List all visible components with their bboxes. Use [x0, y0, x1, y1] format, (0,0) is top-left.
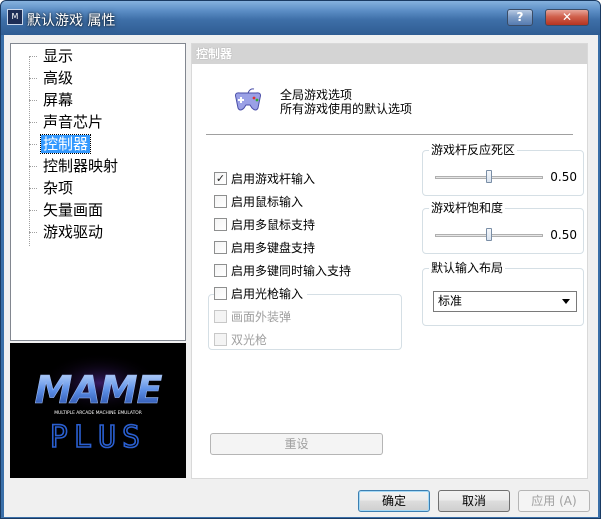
tree-item-label: 杂项 — [43, 179, 74, 197]
dialog-client-area: 显示 高级 屏幕 声音芯片 控制器 控制器映射 杂项 矢量画面 游戏驱动 MAM… — [4, 35, 598, 517]
tree-item-controllers[interactable]: 控制器 — [29, 133, 92, 155]
ok-button[interactable]: 确定 — [358, 490, 430, 512]
close-button[interactable]: ✕ — [545, 9, 589, 26]
chevron-down-icon[interactable] — [562, 299, 570, 304]
checkbox-box[interactable] — [214, 310, 227, 323]
apply-button[interactable]: 应用 (A) — [518, 490, 590, 512]
tree-item-label: 高级 — [43, 69, 74, 87]
window-title: 默认游戏 属性 — [27, 13, 116, 29]
title-bar[interactable]: M 默认游戏 属性 ? ✕ — [1, 1, 600, 35]
checkbox-label: 启用光枪输入 — [231, 287, 304, 301]
input-layout-value: 标准 — [438, 294, 463, 308]
tree-item-screen[interactable]: 屏幕 — [29, 89, 75, 111]
logo-word-top: MAME — [35, 368, 163, 412]
options-tree[interactable]: 显示 高级 屏幕 声音芯片 控制器 控制器映射 杂项 矢量画面 游戏驱动 — [10, 43, 186, 341]
tree-item-display[interactable]: 显示 — [29, 45, 75, 67]
tree-item-label: 矢量画面 — [43, 201, 104, 219]
checkbox-mouse[interactable]: 启用鼠标输入 — [214, 193, 303, 211]
checkbox-box[interactable] — [214, 287, 227, 300]
checkbox-label: 启用多键同时输入支持 — [231, 264, 352, 278]
deadzone-group: 游戏杆反应死区 0.50 — [422, 142, 584, 196]
tree-item-misc[interactable]: 杂项 — [29, 177, 75, 199]
checkbox-box[interactable] — [214, 218, 227, 231]
help-button[interactable]: ? — [507, 9, 533, 26]
saturation-slider-thumb[interactable] — [486, 228, 492, 241]
input-layout-group: 默认输入布局 标准 — [422, 260, 584, 326]
checkbox-label: 启用游戏杆输入 — [231, 172, 316, 186]
checkbox-label: 启用多键盘支持 — [231, 241, 316, 255]
input-layout-title: 默认输入布局 — [429, 260, 506, 276]
saturation-title: 游戏杆饱和度 — [429, 200, 506, 216]
checkbox-box[interactable] — [214, 264, 227, 277]
tree-item-label: 声音芯片 — [43, 113, 104, 131]
panel-header: 控制器 — [192, 44, 587, 64]
deadzone-value: 0.50 — [550, 170, 577, 184]
saturation-value: 0.50 — [550, 228, 577, 242]
checkbox-label: 双光枪 — [231, 333, 268, 347]
checkbox-label: 画面外装弹 — [231, 310, 292, 324]
checkbox-box[interactable]: ✓ — [214, 172, 227, 185]
tree-item-vector[interactable]: 矢量画面 — [29, 199, 105, 221]
separator — [206, 134, 573, 135]
logo-subtitle: MULTIPLE ARCADE MACHINE EMULATOR — [54, 410, 142, 416]
logo-word-bottom: PLUS — [50, 420, 146, 455]
tree-item-label: 游戏驱动 — [43, 223, 104, 241]
checkbox-multi-mouse[interactable]: 启用多鼠标支持 — [214, 216, 315, 234]
tree-item-label: 显示 — [43, 47, 74, 65]
tree-item-advanced[interactable]: 高级 — [29, 67, 75, 89]
tree-item-label: 屏幕 — [43, 91, 74, 109]
tree-item-sound-chip[interactable]: 声音芯片 — [29, 111, 105, 133]
scope-description: 所有游戏使用的默认选项 — [280, 102, 413, 116]
mame-app-icon[interactable]: M — [7, 9, 23, 25]
checkbox-multi-keyboard[interactable]: 启用多键盘支持 — [214, 239, 315, 257]
input-layout-select[interactable]: 标准 — [433, 291, 577, 312]
checkbox-joystick[interactable]: ✓ 启用游戏杆输入 — [214, 170, 315, 188]
reset-button[interactable]: 重设 — [210, 433, 383, 455]
tree-item-label: 控制器 — [39, 134, 92, 154]
checkbox-box[interactable] — [214, 195, 227, 208]
deadzone-slider-thumb[interactable] — [486, 170, 492, 183]
checkbox-lightgun[interactable]: 启用光枪输入 — [214, 285, 308, 303]
properties-window: M 默认游戏 属性 ? ✕ 显示 高级 屏幕 声音芯片 控制器 控制器映射 杂项… — [0, 0, 601, 519]
checkbox-label: 启用鼠标输入 — [231, 195, 304, 209]
checkbox-dual-lightgun[interactable]: 双光枪 — [214, 331, 267, 349]
tree-item-label: 控制器映射 — [43, 157, 119, 175]
tree-item-game-driver[interactable]: 游戏驱动 — [29, 221, 105, 243]
mame-plus-logo: MAME MULTIPLE ARCADE MACHINE EMULATOR PL… — [10, 343, 186, 478]
cancel-button[interactable]: 取消 — [438, 490, 510, 512]
checkbox-label: 启用多鼠标支持 — [231, 218, 316, 232]
mame-plus-logo-art: MAME MULTIPLE ARCADE MACHINE EMULATOR PL… — [34, 353, 164, 456]
saturation-group: 游戏杆饱和度 0.50 — [422, 200, 584, 254]
gamepad-icon — [235, 88, 261, 111]
checkbox-box[interactable] — [214, 241, 227, 254]
deadzone-title: 游戏杆反应死区 — [429, 142, 518, 158]
tree-item-controller-mapping[interactable]: 控制器映射 — [29, 155, 120, 177]
checkbox-offscreen-reload[interactable]: 画面外装弹 — [214, 308, 291, 326]
controllers-panel: 控制器 全局游戏选项 所有游戏使用的默认选项 ✓ 启用游戏杆输入 启用鼠标输入 启… — [191, 43, 588, 479]
checkbox-steadykey[interactable]: 启用多键同时输入支持 — [214, 262, 351, 280]
checkbox-box[interactable] — [214, 333, 227, 346]
